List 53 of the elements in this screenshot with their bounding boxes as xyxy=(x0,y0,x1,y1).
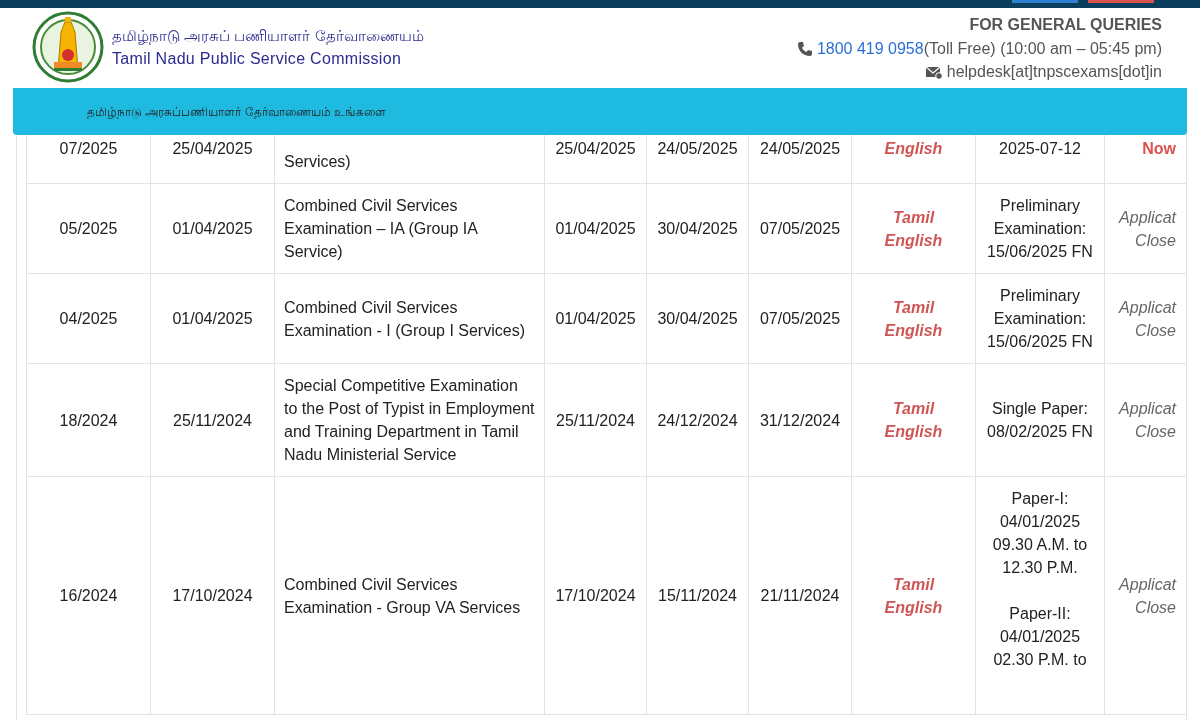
table-cell: 30/04/2025 xyxy=(646,273,749,364)
queries-heading: FOR GENERAL QUERIES xyxy=(968,15,1162,35)
language-link[interactable]: Tamil xyxy=(861,205,966,229)
language-link[interactable]: English xyxy=(861,228,966,252)
table-cell: 30/04/2025 xyxy=(646,183,749,274)
exam-date-text: Single Paper: 08/02/2025 FN xyxy=(986,399,1094,442)
language-link[interactable]: Tamil xyxy=(861,295,966,319)
exam-date-text: Preliminary Examination: 15/06/2025 FN xyxy=(986,286,1094,352)
table-cell: 15/11/2024 xyxy=(646,476,749,715)
banner-text: தமிழ்நாடு அரசுப்பணியாளர் தேர்வாணையம் உங்களை xyxy=(87,103,386,121)
table-cell: 16/2024 xyxy=(26,476,151,715)
exam-date-text: Paper-I: 04/01/2025 09.30 A.M. to 12.30 P.M. xyxy=(991,489,1089,578)
table-cell: 17/10/2024 xyxy=(150,476,275,715)
table-cell: 01/04/2025 xyxy=(544,183,647,274)
table-cell: 31/12/2024 xyxy=(748,363,852,477)
table-cell: 17/10/2024 xyxy=(544,476,647,715)
exam-title-cell: Combined Civil Services Examination - I (Group I Services) xyxy=(274,273,545,364)
exam-title-cell: Special Competitive Examination to the Post of Typist in Employment and Training Department in Tamil Nadu Ministerial Service xyxy=(274,363,545,477)
exam-date-text: Paper-II: 04/01/2025 02.30 P.M. to xyxy=(992,604,1088,670)
exam-date-text: 2025-07-12 xyxy=(998,139,1082,159)
table-cell: 05/2025 xyxy=(26,183,151,274)
table-cell: 04/2025 xyxy=(26,273,151,364)
table-cell: 07/05/2025 xyxy=(748,273,852,364)
organization-name: Tamil Nadu Public Service Commission xyxy=(112,49,403,70)
language-link[interactable]: English xyxy=(861,420,966,443)
phone-icon xyxy=(796,40,813,57)
phone-link[interactable]: 1800 419 0958 xyxy=(816,37,924,60)
table-cell: 25/11/2024 xyxy=(544,363,647,477)
organization-name-tamil: தமிழ்நாடு அரசுப் பணியாளர் தேர்வாணையம் xyxy=(112,25,424,47)
status-text: Applicat Close xyxy=(1117,399,1176,442)
mail-icon xyxy=(925,64,943,79)
exam-title-cell: Combined Civil Services Examination – IA (Group IA Service) xyxy=(274,183,545,274)
email-address: helpdesk[at]tnpscexams[dot]in xyxy=(946,62,1162,82)
header-button[interactable] xyxy=(1012,0,1078,3)
table-cell: 01/04/2025 xyxy=(150,183,275,274)
table-cell: 18/2024 xyxy=(26,363,151,477)
table-cell: 25/11/2024 xyxy=(150,363,275,477)
status-text: Applicat Close xyxy=(1117,574,1176,618)
language-link[interactable]: English xyxy=(861,318,966,342)
exam-title-cell: Combined Civil Services Examination - Group VA Services xyxy=(274,476,545,715)
table-cell: 07/05/2025 xyxy=(748,183,852,274)
table-cell: 24/12/2024 xyxy=(646,363,749,477)
table-cell: 01/04/2025 xyxy=(544,273,647,364)
status-text: Applicat Close xyxy=(1117,297,1176,341)
table-cell: 21/11/2024 xyxy=(748,476,852,715)
status-text: Applicat Close xyxy=(1117,207,1176,251)
header-button[interactable] xyxy=(1088,0,1154,3)
phone-hours: (Toll Free) (10:00 am – 05:45 pm) xyxy=(923,39,1162,59)
language-link[interactable]: English xyxy=(861,595,966,619)
exam-date-text: Preliminary Examination: 15/06/2025 FN xyxy=(986,196,1094,262)
table-cell: 01/04/2025 xyxy=(150,273,275,364)
language-link[interactable]: Tamil xyxy=(861,572,966,596)
language-link[interactable]: Tamil xyxy=(861,397,966,420)
